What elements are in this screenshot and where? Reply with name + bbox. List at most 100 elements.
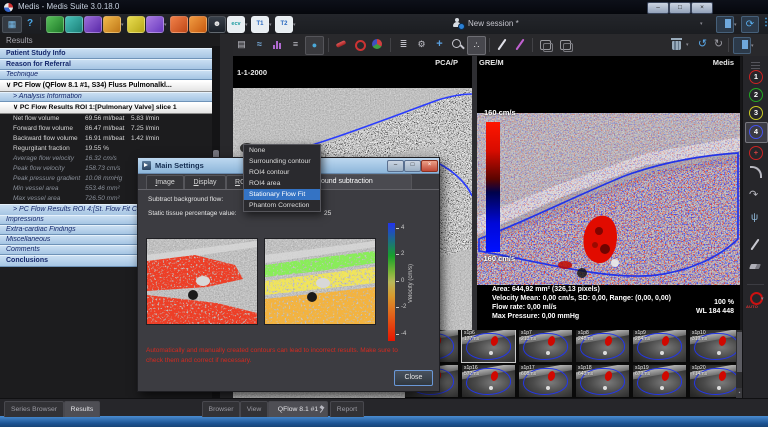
propagate-contours-icon[interactable]: ≣ <box>395 36 412 53</box>
undo-icon[interactable]: ↺ <box>694 36 711 53</box>
static-tissue-percentage-value[interactable]: 25 <box>324 210 331 217</box>
app-icon-2[interactable] <box>65 16 83 33</box>
dialog-close-icon[interactable]: × <box>421 160 438 172</box>
draw-contour-icon[interactable] <box>333 36 350 53</box>
thumbnail[interactable]: s1p19679ms <box>633 365 686 397</box>
chevron-down-icon[interactable]: ▾ <box>121 22 124 28</box>
app-icon-8[interactable] <box>189 16 207 33</box>
session-select[interactable]: New session * <box>468 14 519 34</box>
thumbnail[interactable]: s1p9284ms <box>633 330 686 362</box>
list-icon[interactable]: ≡ <box>287 36 304 53</box>
thumbnail[interactable]: s1p17608ms <box>519 365 572 397</box>
chevron-down-icon[interactable]: ▾ <box>751 43 754 49</box>
circle-roi-icon[interactable] <box>351 36 368 53</box>
thumbnail-selected[interactable]: s1p6177ms <box>462 330 515 362</box>
minimize-button[interactable]: – <box>647 2 669 14</box>
copy-all-contours-icon[interactable] <box>557 36 574 53</box>
viewport-layout-button[interactable] <box>733 37 751 54</box>
dropdown-option-roi4-contour[interactable]: ROI4 contour <box>244 167 320 178</box>
roi1-button[interactable]: 1 <box>749 70 763 84</box>
right-viewport[interactable]: GRE/M Medis 160 cm/s -160 cm/s Area: 644… <box>477 56 740 330</box>
chevron-down-icon[interactable]: ▾ <box>269 22 272 28</box>
dialog-close-button[interactable]: Close <box>394 370 433 386</box>
tab-image[interactable]: Image <box>146 175 184 189</box>
dropdown-option-roi4-area[interactable]: ROI4 area <box>244 178 320 189</box>
app-icon-3[interactable] <box>84 16 102 33</box>
tab-results[interactable]: Results <box>64 401 100 417</box>
pan-icon[interactable]: + <box>431 36 448 53</box>
app-icon-4[interactable] <box>103 16 121 33</box>
arc-tool-icon[interactable] <box>750 166 762 178</box>
zoom-icon[interactable] <box>449 36 466 53</box>
overflow-menu-button[interactable]: ⋮ <box>761 17 768 28</box>
delete-trash-icon[interactable] <box>668 36 685 53</box>
multi-roi-icon[interactable] <box>369 36 386 53</box>
tab-series-browser[interactable]: Series Browser <box>4 401 64 417</box>
angle-measure-icon[interactable] <box>512 36 529 53</box>
app-icon-1[interactable] <box>46 16 64 33</box>
tab-view[interactable]: View <box>240 401 268 417</box>
chart-icon[interactable] <box>269 36 286 53</box>
tab-display[interactable]: Display <box>184 175 226 189</box>
redo-icon[interactable]: ↻ <box>710 36 727 53</box>
dropdown-option-phantom-correction[interactable]: Phantom Correction <box>244 200 320 211</box>
dropdown-option-none[interactable]: None <box>244 145 320 156</box>
sidebar-item-analysis-information[interactable]: > Analysis Information <box>0 92 225 102</box>
app-icon-t2[interactable]: T2 <box>275 16 293 33</box>
line-tool-icon[interactable] <box>750 239 759 251</box>
sidebar-item-pc-flow-results-roi1[interactable]: ∨ PC Flow Results ROI 1:[Pulmonary Valve… <box>0 102 225 114</box>
filled-circle-icon[interactable]: ● <box>305 36 324 55</box>
roi2-button[interactable]: 2 <box>749 88 763 102</box>
eraser-tool-icon[interactable] <box>749 264 761 269</box>
app-icon-6[interactable] <box>146 16 164 33</box>
thumbnail[interactable]: s1p18643ms <box>576 365 629 397</box>
sync-session-button[interactable]: ⟳ <box>741 16 759 33</box>
scatter-tool-icon-active[interactable]: ∴ <box>467 36 486 55</box>
tab-qflow[interactable]: QFlow 8.1 #1 <box>268 401 328 417</box>
thumbnail[interactable]: s1p20714ms <box>690 365 736 397</box>
chevron-down-icon[interactable]: ▾ <box>293 22 296 28</box>
dialog-maximize-button[interactable]: □ <box>404 160 421 172</box>
layout-rows-icon[interactable]: ▤ <box>233 36 250 53</box>
unwrap-velocity-icon[interactable]: ψ <box>751 212 758 223</box>
app-icon-person[interactable]: ☻ <box>208 16 226 33</box>
app-icon-ecv[interactable]: ecv <box>227 16 245 33</box>
session-chevron-down-icon[interactable]: ▾ <box>700 21 703 27</box>
sidebar-item-technique[interactable]: Technique <box>0 70 218 80</box>
help-button[interactable]: ? <box>27 16 33 32</box>
dropdown-option-surrounding-contour[interactable]: Surrounding contour <box>244 156 320 167</box>
thumbnail[interactable]: s1p10319ms <box>690 330 736 362</box>
chevron-down-icon[interactable]: ▾ <box>164 22 167 28</box>
tab-report[interactable]: Report <box>330 401 364 417</box>
thumbnail[interactable]: s1p7213ms <box>519 330 572 362</box>
layout-toggle-button[interactable] <box>716 16 734 33</box>
roi4-button[interactable]: 4 <box>749 125 763 139</box>
toolbar-handle[interactable] <box>751 62 760 63</box>
close-button[interactable]: × <box>691 2 713 14</box>
tab-browser[interactable]: Browser <box>202 401 240 417</box>
dialog-minimize-button[interactable]: – <box>387 160 404 172</box>
chevron-down-icon[interactable]: ▾ <box>761 296 764 302</box>
maximize-button[interactable]: □ <box>669 2 691 14</box>
add-roi-button[interactable]: + <box>749 146 763 160</box>
medis-suite-home-button[interactable]: ▦ <box>2 16 22 33</box>
pin-icon[interactable] <box>319 405 326 413</box>
thumbnail[interactable]: s1p16572ms <box>462 365 515 397</box>
app-icon-5[interactable] <box>127 16 145 33</box>
app-icon-t1[interactable]: T1 <box>251 16 269 33</box>
copy-contour-icon[interactable] <box>537 36 554 53</box>
signal-curve-icon[interactable]: ≈ <box>251 36 268 53</box>
sidebar-item-pc-flow[interactable]: ∨ PC Flow (QFlow 8.1 #1, S34) Fluss Pulm… <box>0 80 218 92</box>
distance-measure-icon[interactable] <box>494 36 511 53</box>
chevron-down-icon[interactable]: ▾ <box>686 42 689 48</box>
roi3-button[interactable]: 3 <box>749 106 763 120</box>
sidebar-item-reason-for-referral[interactable]: Reason for Referral <box>0 59 218 70</box>
settings-gear-icon[interactable]: ⚙ <box>413 36 430 53</box>
chevron-down-icon[interactable]: ▾ <box>734 22 737 28</box>
thumbnail[interactable]: s1p8248ms <box>576 330 629 362</box>
flip-rotate-icon[interactable]: ↷ <box>749 188 758 201</box>
dropdown-option-stationary-flow-fit[interactable]: Stationary Flow Fit <box>244 189 320 200</box>
sidebar-item-patient-study-info[interactable]: Patient Study Info <box>0 48 218 59</box>
app-icon-7[interactable] <box>170 16 188 33</box>
chevron-down-icon[interactable]: ▾ <box>245 22 248 28</box>
